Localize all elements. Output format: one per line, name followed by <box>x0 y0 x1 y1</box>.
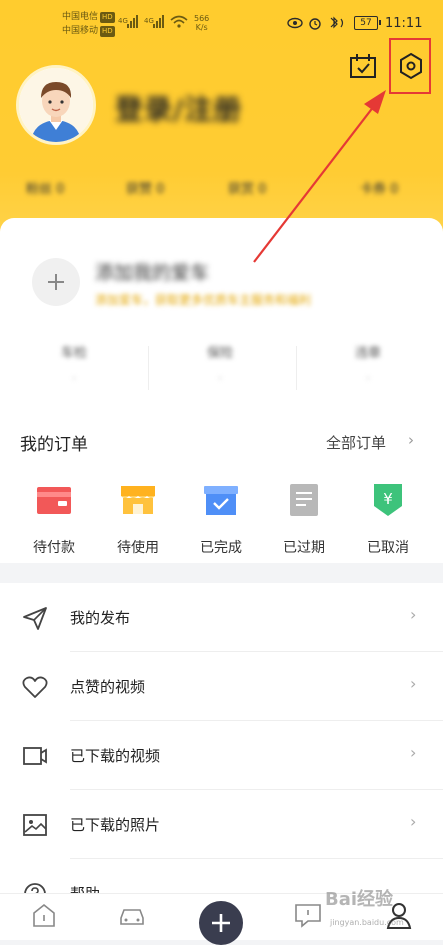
menu-item-liked-videos[interactable]: 点赞的视频 › <box>0 652 443 721</box>
mini-stat-inspection[interactable]: 车检 - <box>44 342 104 384</box>
net-speed-unit: K/s <box>195 23 208 32</box>
home-icon[interactable] <box>29 900 59 930</box>
add-car-title[interactable]: 添加我的爱车 <box>95 258 209 285</box>
menu-item-label: 点赞的视频 <box>70 678 146 696</box>
add-post-button[interactable] <box>199 901 243 945</box>
stat-fans[interactable]: 粉丝 0 <box>26 178 64 197</box>
car-icon[interactable] <box>117 900 147 930</box>
mini-stat-violation[interactable]: 违章 - <box>338 342 398 384</box>
chevron-right-icon: › <box>410 743 417 762</box>
add-car-button[interactable] <box>32 258 80 306</box>
wallet-icon <box>36 484 72 516</box>
carrier-1: 中国电信 HD <box>62 12 115 23</box>
status-bar: 中国电信 HD 中国移动 HD 4G 4G 566 K/s 57 11:11 <box>0 0 443 44</box>
menu-item-label: 已下载的照片 <box>70 816 161 834</box>
chevron-right-icon: › <box>410 812 417 831</box>
login-register-title[interactable]: 登录/注册 <box>115 88 242 128</box>
video-camera-icon <box>23 747 47 765</box>
menu-item-label: 已下载的视频 <box>70 747 161 765</box>
plus-icon <box>48 274 64 290</box>
heart-icon <box>22 676 48 698</box>
message-icon[interactable] <box>293 900 323 930</box>
mini-stat-label: 保险 <box>206 346 233 361</box>
document-icon <box>286 484 322 516</box>
add-icon <box>212 914 230 932</box>
settings-highlight-box <box>389 38 431 94</box>
chevron-right-icon: › <box>410 674 417 693</box>
mini-stat-value: - <box>218 373 222 384</box>
watermark-url: jingyan.baidu.com <box>330 918 404 927</box>
watermark: Bai经验 <box>325 889 394 910</box>
status-icons <box>287 16 344 30</box>
menu-item-downloaded-videos[interactable]: 已下载的视频 › <box>0 721 443 790</box>
net-speed-value: 566 <box>194 14 210 23</box>
order-label: 已取消 <box>367 540 409 556</box>
mini-stat-insurance[interactable]: 保险 - <box>190 342 250 384</box>
divider <box>296 346 297 390</box>
calendar-check-icon <box>350 54 376 78</box>
orders-title: 我的订单 <box>20 435 88 455</box>
order-to-use[interactable]: 待使用 <box>103 484 173 557</box>
order-cancelled[interactable]: ¥ 已取消 <box>353 484 423 557</box>
checkin-calendar-button[interactable] <box>343 46 383 86</box>
all-orders-link[interactable]: 全部订单 <box>326 432 386 453</box>
signal-wifi-icon: 4G 4G <box>118 15 188 28</box>
svg-text:4G: 4G <box>144 17 154 25</box>
carrier-2: 中国移动 HD <box>62 26 115 37</box>
order-label: 待使用 <box>117 540 159 556</box>
net-speed: 566 K/s <box>194 14 209 32</box>
menu-item-my-posts[interactable]: 我的发布 › <box>0 583 443 652</box>
battery-indicator: 57 <box>354 16 381 30</box>
yuan-shield-icon: ¥ <box>370 484 406 516</box>
order-completed[interactable]: 已完成 <box>186 484 256 557</box>
carrier-2-label: 中国移动 <box>62 26 99 36</box>
image-icon <box>23 814 47 836</box>
order-label: 已完成 <box>200 540 242 556</box>
mini-stat-label: 违章 <box>354 346 381 361</box>
order-pending-payment[interactable]: 待付款 <box>19 484 89 557</box>
paper-plane-icon <box>23 607 47 630</box>
avatar-illustration-icon <box>19 68 93 142</box>
svg-text:¥: ¥ <box>383 490 393 508</box>
chevron-right-icon: › <box>410 605 417 624</box>
avatar[interactable] <box>16 65 96 145</box>
order-label: 待付款 <box>33 540 75 556</box>
stat-coupons[interactable]: 卡券 0 <box>360 178 398 197</box>
shop-icon <box>120 484 156 516</box>
profile-stats: 粉丝 0 获赞 0 获赏 0 卡券 0 <box>0 178 443 200</box>
divider <box>148 346 149 390</box>
stat-likes[interactable]: 获赞 0 <box>126 178 164 197</box>
stat-rewards[interactable]: 获赏 0 <box>228 178 266 197</box>
chevron-right-icon[interactable]: › <box>408 431 414 449</box>
menu-item-label: 我的发布 <box>70 609 131 627</box>
menu-list: 我的发布 › 点赞的视频 › 已下载的视频 › 已下载的照片 › <box>0 583 443 905</box>
menu-item-downloaded-photos[interactable]: 已下载的照片 › <box>0 790 443 859</box>
hd-badge: HD <box>100 26 115 37</box>
mini-stat-label: 车检 <box>60 346 87 361</box>
battery-level: 57 <box>360 18 372 28</box>
mini-stat-value: - <box>72 373 76 384</box>
carrier-1-label: 中国电信 <box>62 12 99 22</box>
add-car-subtitle: 添加爱车，获取更多优质车主服务和福利 <box>95 293 312 307</box>
hd-badge: HD <box>100 12 115 23</box>
svg-text:4G: 4G <box>118 17 128 25</box>
clock: 11:11 <box>385 16 423 31</box>
order-expired[interactable]: 已过期 <box>269 484 339 557</box>
order-label: 已过期 <box>283 540 325 556</box>
profile-header: 中国电信 HD 中国移动 HD 4G 4G 566 K/s 57 11:11 登… <box>0 0 443 245</box>
box-check-icon <box>203 484 239 516</box>
mini-stat-value: - <box>366 373 370 384</box>
